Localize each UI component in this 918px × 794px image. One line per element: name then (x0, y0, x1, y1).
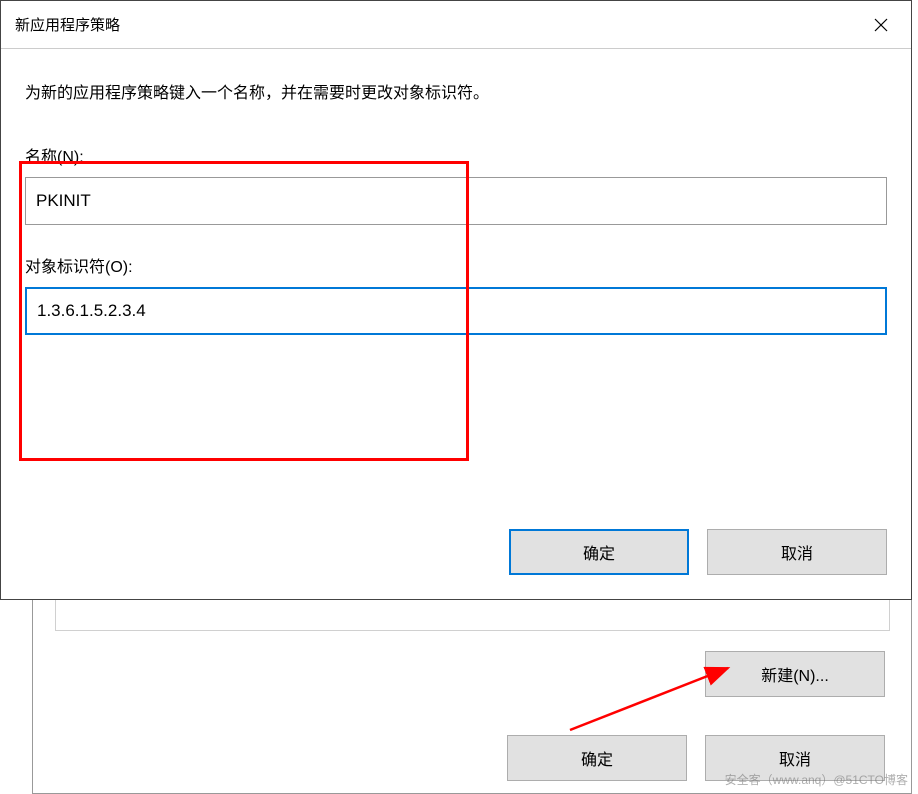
close-icon (874, 18, 888, 32)
parent-ok-button[interactable]: 确定 (507, 735, 687, 781)
name-field-group: 名称(N): (25, 143, 887, 225)
dialog-body: 为新的应用程序策略键入一个名称，并在需要时更改对象标识符。 名称(N): 对象标… (1, 49, 911, 383)
oid-label: 对象标识符(O): (25, 253, 887, 277)
ok-button[interactable]: 确定 (509, 529, 689, 575)
oid-input[interactable] (25, 287, 887, 335)
close-button[interactable] (851, 1, 911, 49)
dialog-title: 新应用程序策略 (15, 14, 120, 35)
name-input[interactable] (25, 177, 887, 225)
cancel-button[interactable]: 取消 (707, 529, 887, 575)
oid-field-group: 对象标识符(O): (25, 253, 887, 335)
dialog-button-row: 确定 取消 (509, 529, 887, 575)
new-button[interactable]: 新建(N)... (705, 651, 885, 697)
dialog-titlebar: 新应用程序策略 (1, 1, 911, 49)
name-label: 名称(N): (25, 143, 887, 167)
new-application-policy-dialog: 新应用程序策略 为新的应用程序策略键入一个名称，并在需要时更改对象标识符。 名称… (0, 0, 912, 600)
watermark-text: 安全客（www.anq）@51CTO博客 (725, 771, 908, 788)
dialog-instruction: 为新的应用程序策略键入一个名称，并在需要时更改对象标识符。 (25, 79, 887, 103)
